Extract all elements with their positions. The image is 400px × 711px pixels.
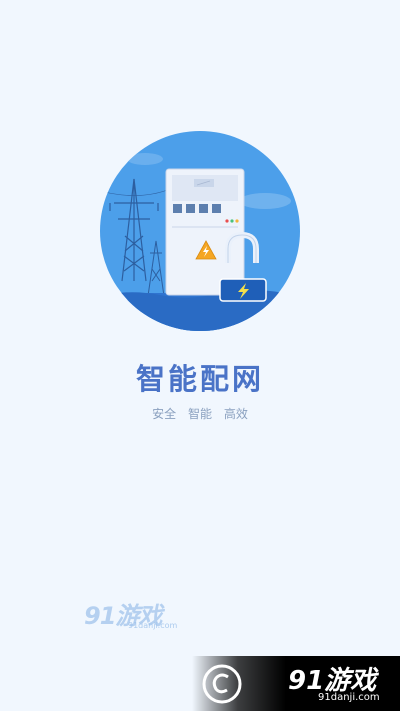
watermark-banner-url: 91danji.com — [318, 692, 380, 703]
electrical-cabinet-illustration — [100, 131, 300, 331]
slogan: 安全 智能 高效 — [0, 405, 400, 422]
circle-logo-icon — [202, 664, 242, 704]
watermark-small: 91游戏 91danji.com — [84, 596, 184, 636]
slogan-efficient: 高效 — [223, 407, 248, 421]
watermark-banner: 91游戏 91danji.com — [192, 656, 400, 711]
slogan-smart: 智能 — [187, 407, 212, 421]
app-title: 智能配网 — [135, 362, 264, 396]
slogan-safe: 安全 — [152, 407, 177, 421]
watermark-small-url: 91danji.com — [128, 621, 178, 630]
